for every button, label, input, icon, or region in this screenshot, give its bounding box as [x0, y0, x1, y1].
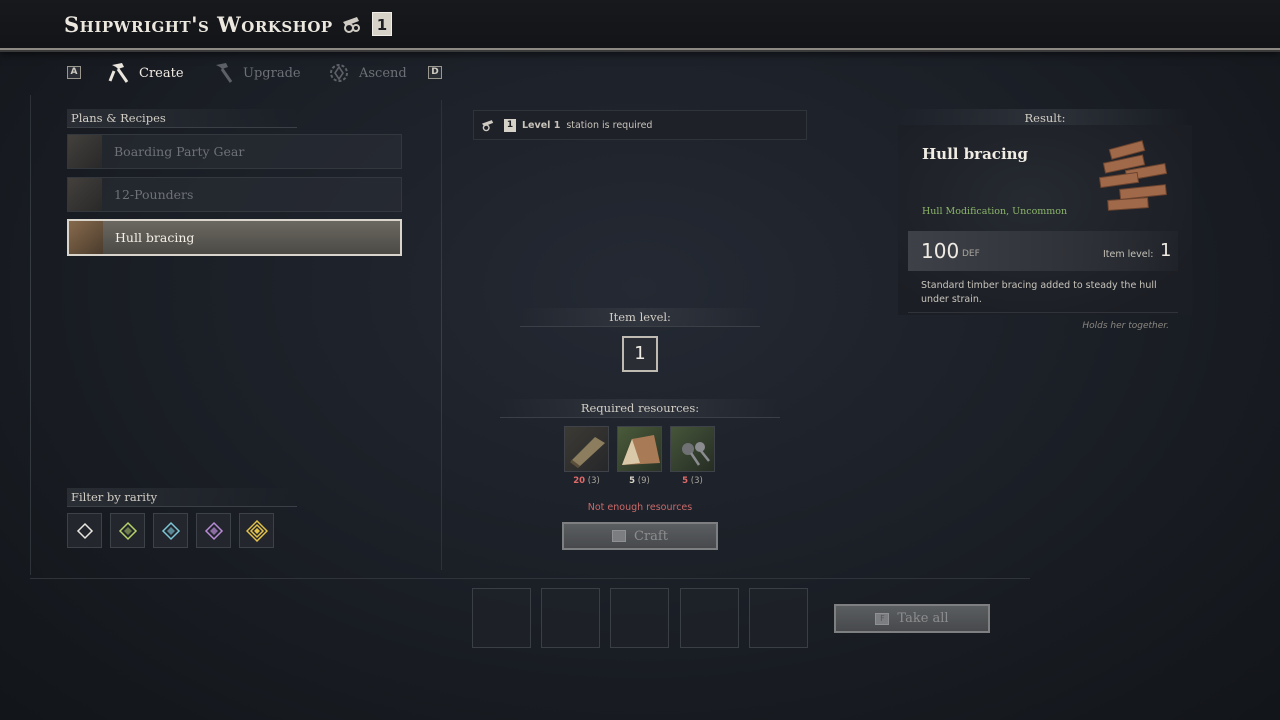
recipe-label: Boarding Party Gear	[114, 144, 245, 159]
resources-heading: Required resources:	[500, 399, 780, 418]
hammer-icon	[108, 63, 129, 83]
column-divider	[441, 100, 442, 570]
bottom-divider	[30, 578, 1030, 579]
recipe-label: 12-Pounders	[114, 187, 194, 202]
diamond-icon	[204, 521, 223, 540]
resource-count: 5 (9)	[617, 476, 662, 486]
filter-common[interactable]	[67, 513, 102, 548]
resource-slot[interactable]	[564, 426, 609, 472]
resource-have: 5	[682, 476, 689, 486]
resource-need: (9)	[637, 476, 650, 486]
tab-label: Create	[139, 65, 184, 81]
filter-legendary[interactable]	[239, 513, 274, 548]
diamond-icon	[161, 521, 180, 540]
divider	[908, 312, 1178, 313]
station-level-badge: 1	[504, 118, 516, 132]
tab-upgrade[interactable]: Upgrade	[212, 60, 301, 86]
resource-count: 5 (3)	[670, 476, 715, 486]
filter-epic[interactable]	[196, 513, 231, 548]
result-item-name: Hull bracing	[922, 145, 1029, 163]
output-slot[interactable]	[541, 588, 600, 648]
defense-unit: DEF	[962, 249, 980, 259]
craft-button-label: Craft	[634, 528, 668, 544]
recipe-label: Hull bracing	[115, 230, 195, 245]
diamond-icon	[245, 519, 268, 542]
station-requirement-text: station is required	[566, 119, 653, 131]
output-slot[interactable]	[680, 588, 739, 648]
page-title: Shipwright's Workshop	[64, 12, 333, 37]
ingot-resource-icon	[622, 435, 660, 465]
resource-slot[interactable]	[670, 426, 715, 472]
recipe-item[interactable]: Boarding Party Gear	[67, 134, 402, 169]
resource-warning: Not enough resources	[587, 502, 693, 513]
tab-create[interactable]: Create	[108, 60, 184, 86]
output-slot[interactable]	[749, 588, 808, 648]
key-hint-icon	[612, 530, 627, 542]
resource-need: (3)	[690, 476, 703, 486]
take-all-button[interactable]: F Take all	[834, 604, 990, 633]
prev-tab-key-hint: A	[67, 66, 81, 79]
diamond-icon	[76, 522, 93, 539]
filter-uncommon[interactable]	[110, 513, 145, 548]
resource-need: (3)	[587, 476, 600, 486]
tab-label: Ascend	[359, 65, 407, 81]
cannon-icon	[482, 120, 494, 132]
filter-heading: Filter by rarity	[67, 488, 297, 507]
tab-label: Upgrade	[243, 65, 301, 81]
resource-have: 5	[629, 476, 636, 486]
hull-bracing-item-icon	[1098, 140, 1168, 211]
resource-have: 20	[573, 476, 586, 486]
result-description: Standard timber bracing added to steady …	[921, 280, 1157, 305]
cannon-icon	[343, 17, 360, 33]
diamond-icon	[118, 521, 137, 540]
next-tab-key-hint: D	[428, 66, 442, 79]
key-hint-icon: F	[875, 612, 890, 625]
timber-resource-icon	[570, 437, 605, 469]
gear-chest-icon	[68, 135, 102, 168]
output-slot[interactable]	[472, 588, 531, 648]
station-requirement-notice: 1 Level 1 station is required	[473, 110, 807, 140]
take-all-label: Take all	[897, 611, 949, 626]
ascend-gear-icon	[330, 64, 348, 82]
item-level-value: 1	[622, 336, 658, 372]
resource-slot[interactable]	[617, 426, 662, 472]
item-level-heading: Item level:	[520, 308, 760, 327]
result-item-level-label: Item level:	[1103, 249, 1154, 260]
result-item-level-value: 1	[1160, 240, 1172, 261]
cannon-recipe-icon	[68, 178, 102, 211]
nails-resource-icon	[682, 442, 710, 466]
planks-icon	[69, 221, 103, 254]
station-level-text: Level 1	[522, 119, 561, 131]
recipe-item[interactable]: 12-Pounders	[67, 177, 402, 212]
resource-count: 20 (3)	[564, 476, 609, 486]
recipe-item-selected[interactable]: Hull bracing	[67, 219, 402, 256]
tab-ascend[interactable]: Ascend	[328, 60, 407, 86]
craft-button[interactable]: Craft	[562, 522, 718, 550]
result-flavor-text: Holds her together.	[1082, 321, 1169, 331]
result-item-type: Hull Modification, Uncommon	[922, 206, 1068, 217]
station-level-badge: 1	[372, 12, 392, 36]
filter-rare[interactable]	[153, 513, 188, 548]
left-border	[30, 95, 31, 575]
output-slot[interactable]	[610, 588, 669, 648]
hammer-icon	[216, 63, 233, 83]
recipes-heading: Plans & Recipes	[67, 109, 297, 128]
defense-value: 100	[921, 239, 960, 263]
